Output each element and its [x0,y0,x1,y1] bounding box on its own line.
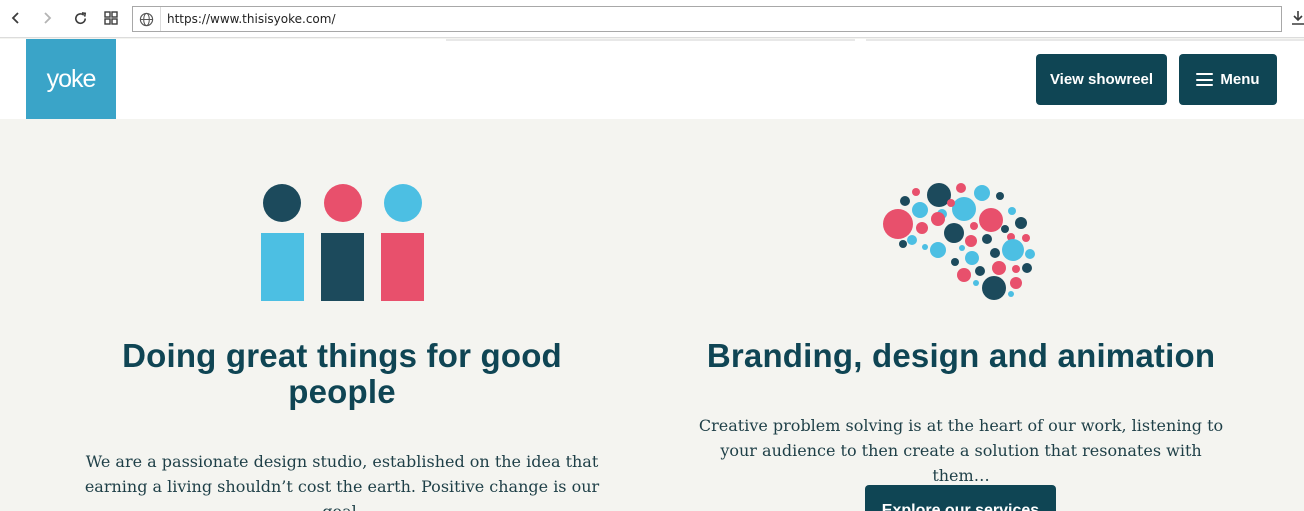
reload-icon[interactable] [69,7,91,29]
view-showreel-button[interactable]: View showreel [1036,54,1167,105]
header-divider [866,39,1304,41]
right-paragraph: Creative problem solving is at the heart… [698,416,1224,485]
url-text: https://www.thisisyoke.com/ [167,12,336,26]
arrow-right-icon[interactable] [36,7,58,29]
menu-button[interactable]: Menu [1179,54,1277,105]
globe-icon [133,7,161,31]
right-heading: Branding, design and animation [706,337,1216,374]
address-bar[interactable]: https://www.thisisyoke.com/ [132,6,1282,32]
hamburger-icon [1196,73,1214,86]
people-illustration [261,184,424,301]
menu-label: Menu [1220,71,1260,88]
header-divider [446,39,855,41]
download-icon[interactable] [1290,9,1304,27]
right-section-title: Branding, design and animation [680,338,1242,374]
yoke-logo[interactable]: yoke [26,39,116,119]
left-section-body: We are a passionate design studio, estab… [76,449,608,511]
left-heading: Doing great things for good people [122,337,562,410]
right-section-body: Creative problem solving is at the heart… [690,413,1232,488]
left-section-title: Doing great things for good people [96,338,588,410]
browser-toolbar: https://www.thisisyoke.com/ [0,0,1304,38]
arrow-left-icon[interactable] [5,7,27,29]
grid-icon[interactable] [100,7,122,29]
brain-illustration [883,183,1035,300]
left-paragraph: We are a passionate design studio, estab… [84,452,600,511]
explore-services-button[interactable]: Explore our services [865,485,1056,511]
